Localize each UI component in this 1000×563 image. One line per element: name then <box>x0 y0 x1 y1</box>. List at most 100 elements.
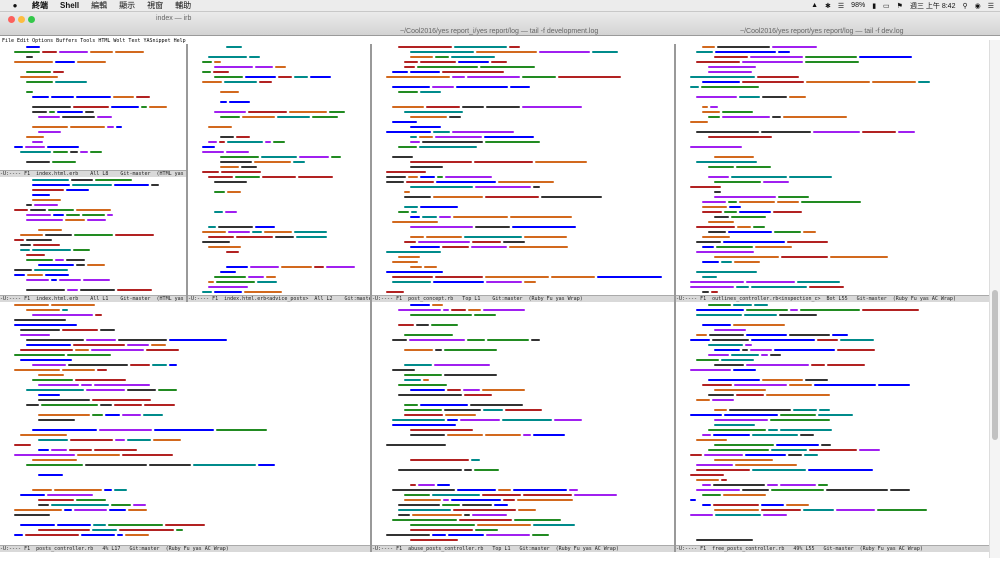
pane-divider[interactable] <box>370 44 372 552</box>
menu-edit[interactable]: 編輯 <box>91 0 107 11</box>
code-token <box>728 231 772 233</box>
battery-percent[interactable]: 98% <box>851 2 865 9</box>
code-token <box>114 489 127 491</box>
code-line <box>374 393 494 397</box>
airplay-icon[interactable]: ▭ <box>883 2 890 10</box>
code-token <box>696 271 757 273</box>
code-token <box>763 514 787 516</box>
code-token <box>144 404 175 406</box>
code-token <box>32 429 97 431</box>
code-token <box>208 236 234 238</box>
code-token <box>470 404 523 406</box>
code-token <box>226 266 248 268</box>
code-token <box>20 359 72 361</box>
code-line <box>678 230 818 234</box>
pane-divider[interactable] <box>674 44 676 552</box>
code-line <box>2 228 64 232</box>
flag-icon[interactable]: ⚑ <box>897 2 903 10</box>
code-token <box>398 514 410 516</box>
code-token <box>447 389 461 391</box>
code-token <box>208 141 217 143</box>
editor-pane[interactable] <box>676 44 990 295</box>
code-token <box>696 359 719 361</box>
menu-terminal[interactable]: 終端 <box>32 0 48 11</box>
code-token <box>432 86 454 88</box>
tab-development-log[interactable]: ~/Cool2016/yes report_i/yes report/log —… <box>400 28 598 35</box>
code-token <box>742 489 769 491</box>
pane-divider[interactable] <box>186 44 188 302</box>
dropbox-icon[interactable]: ▲ <box>811 2 818 9</box>
code-token <box>216 429 267 431</box>
code-token <box>95 314 102 316</box>
code-token <box>299 156 329 158</box>
code-line <box>374 220 440 224</box>
code-token <box>27 274 43 276</box>
code-token <box>410 116 447 118</box>
code-line <box>374 323 460 327</box>
code-line <box>190 160 307 164</box>
editor-pane[interactable] <box>0 177 186 295</box>
menu-shell[interactable]: Shell <box>60 1 79 10</box>
editor-pane[interactable] <box>372 44 674 295</box>
scrollbar-thumb[interactable] <box>992 290 998 440</box>
code-token <box>410 186 473 188</box>
battery-icon[interactable]: ▮ <box>872 2 876 10</box>
code-token <box>76 499 106 501</box>
close-button[interactable] <box>8 16 15 23</box>
code-line <box>190 240 232 244</box>
code-token <box>432 494 480 496</box>
code-line <box>678 270 759 274</box>
code-token <box>410 71 440 73</box>
code-token <box>435 56 449 58</box>
search-icon[interactable]: ⚲ <box>962 2 967 10</box>
code-line <box>374 210 419 214</box>
code-token <box>224 81 257 83</box>
code-token <box>80 151 88 153</box>
code-token <box>474 469 499 471</box>
editor-pane[interactable] <box>188 44 370 295</box>
code-line <box>374 155 415 159</box>
editor-pane[interactable] <box>372 302 674 545</box>
terminal-scrollbar[interactable] <box>989 40 1000 558</box>
tab-dev-log[interactable]: ~/Cool2016/yes report/yes report/log — t… <box>740 28 903 35</box>
code-token <box>486 281 522 283</box>
menu-view[interactable]: 顯示 <box>119 0 135 11</box>
editor-pane[interactable] <box>0 44 186 170</box>
emacs-modeline: -U:---- F1 abuse_posts_controller.rb Top… <box>372 545 674 552</box>
code-token <box>398 256 420 258</box>
menu-window[interactable]: 視窗 <box>147 0 163 11</box>
code-token <box>420 206 458 208</box>
code-token <box>404 349 433 351</box>
code-token <box>789 96 806 98</box>
zoom-button[interactable] <box>28 16 35 23</box>
apple-icon[interactable]: ● <box>10 1 20 10</box>
wifi-icon[interactable]: ☰ <box>838 2 844 10</box>
code-token <box>26 71 51 73</box>
bluetooth-icon[interactable]: ✱ <box>825 2 831 10</box>
notification-icon[interactable]: ☰ <box>988 2 994 10</box>
code-token <box>208 176 233 178</box>
code-token <box>386 291 404 293</box>
code-token <box>404 206 418 208</box>
code-line <box>190 90 241 94</box>
clock[interactable]: 週三 上午 8:42 <box>910 1 956 11</box>
code-token <box>702 246 714 248</box>
code-token <box>66 189 89 191</box>
terminal-content[interactable]: File Edit Options Buffers Tools HTML Wol… <box>0 36 1000 563</box>
code-token <box>467 339 485 341</box>
menu-help[interactable]: 輔助 <box>175 0 191 11</box>
code-token <box>258 464 275 466</box>
code-token <box>770 419 830 421</box>
minimize-button[interactable] <box>18 16 25 23</box>
code-line <box>678 130 917 134</box>
siri-icon[interactable]: ◉ <box>975 2 981 10</box>
code-token <box>778 196 809 198</box>
editor-pane[interactable] <box>0 302 370 545</box>
code-token <box>70 151 78 153</box>
editor-pane[interactable] <box>676 302 990 545</box>
code-token <box>107 126 114 128</box>
